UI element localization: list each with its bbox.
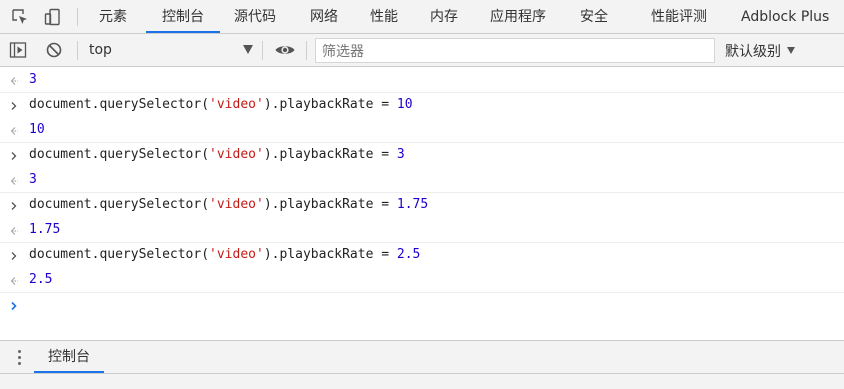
toolbar-separator	[262, 41, 263, 60]
clear-console-icon[interactable]	[45, 41, 63, 59]
code-property: playbackRate	[279, 97, 374, 112]
result-arrow-icon	[10, 227, 18, 235]
more-tools-kebab-icon[interactable]	[17, 350, 23, 366]
input-chevron-icon	[11, 152, 17, 160]
code-number: 1.75	[396, 197, 429, 212]
inspect-element-icon[interactable]	[11, 8, 29, 26]
code-method: querySelector	[99, 147, 202, 162]
result-arrow-icon	[10, 277, 18, 285]
code-operator: =	[381, 147, 390, 162]
tab-memory[interactable]: 内存	[430, 0, 458, 33]
code-object: document	[29, 197, 92, 212]
code-string-arg: 'video'	[209, 247, 264, 262]
log-levels-dropdown[interactable]: 默认级别	[725, 41, 795, 61]
tab-console[interactable]: 控制台	[146, 0, 220, 33]
code-object: document	[29, 147, 92, 162]
drawer-tab-bar: 控制台	[0, 340, 844, 374]
code-object: document	[29, 97, 92, 112]
tab-adblock-plus[interactable]: Adblock Plus	[741, 0, 829, 33]
filter-input[interactable]	[315, 38, 715, 63]
device-toolbar-icon[interactable]	[44, 8, 62, 26]
code-string-arg: 'video'	[209, 197, 264, 212]
console-input-row[interactable]: document.querySelector('video').playback…	[0, 143, 844, 168]
code-string-arg: 'video'	[209, 147, 264, 162]
context-selector[interactable]: top	[89, 41, 253, 61]
toolbar-separator	[77, 41, 78, 60]
drawer-tab-console[interactable]: 控制台	[34, 341, 104, 373]
result-value: 3	[29, 172, 37, 187]
result-arrow-icon	[10, 177, 18, 185]
result-value: 3	[29, 72, 37, 87]
code-number: 2.5	[396, 247, 421, 262]
live-expression-eye-icon[interactable]	[274, 41, 296, 59]
code-number: 10	[396, 97, 413, 112]
console-result-row: 10	[0, 118, 844, 143]
console-result-row: 1.75	[0, 218, 844, 243]
dropdown-arrow-icon	[243, 45, 253, 54]
console-input-row[interactable]: document.querySelector('video').playback…	[0, 243, 844, 268]
console-output: 3 document.querySelector('video').playba…	[0, 68, 844, 340]
console-input-row[interactable]: document.querySelector('video').playback…	[0, 93, 844, 118]
code-object: document	[29, 247, 92, 262]
code-operator: =	[381, 197, 390, 212]
result-value: 2.5	[29, 272, 53, 287]
code-method: querySelector	[99, 247, 202, 262]
show-sidebar-icon[interactable]	[9, 41, 27, 59]
code-method: querySelector	[99, 197, 202, 212]
console-result-row: 2.5	[0, 268, 844, 293]
tab-application[interactable]: 应用程序	[490, 0, 546, 33]
tab-lighthouse[interactable]: 性能评测	[651, 0, 707, 33]
code-string-arg: 'video'	[209, 97, 264, 112]
tab-sources[interactable]: 源代码	[234, 0, 276, 33]
code-operator: =	[381, 97, 390, 112]
tab-network[interactable]: 网络	[310, 0, 338, 33]
log-levels-label: 默认级别	[725, 44, 781, 60]
code-property: playbackRate	[279, 147, 374, 162]
result-value: 1.75	[29, 222, 61, 237]
drawer-panel	[0, 374, 844, 389]
devtools-tab-bar: 元素 控制台 源代码 网络 性能 内存 应用程序 安全 性能评测 Adblock…	[0, 0, 844, 34]
result-value: 10	[29, 122, 45, 137]
code-property: playbackRate	[279, 197, 374, 212]
input-chevron-icon	[11, 102, 17, 110]
tab-security[interactable]: 安全	[580, 0, 608, 33]
toolbar-separator	[306, 41, 307, 60]
tab-performance[interactable]: 性能	[370, 0, 398, 33]
result-arrow-icon	[10, 127, 18, 135]
console-prompt[interactable]	[0, 293, 844, 318]
input-chevron-icon	[11, 252, 17, 260]
tab-elements[interactable]: 元素	[99, 0, 127, 33]
code-property: playbackRate	[279, 247, 374, 262]
console-result-row: 3	[0, 168, 844, 193]
console-input-row[interactable]: document.querySelector('video').playback…	[0, 193, 844, 218]
code-number: 3	[396, 147, 405, 162]
tab-separator	[77, 8, 78, 26]
console-result-row: 3	[0, 68, 844, 93]
context-label: top	[89, 42, 112, 58]
result-arrow-icon	[10, 77, 18, 85]
prompt-chevron-icon	[11, 301, 17, 311]
code-method: querySelector	[99, 97, 202, 112]
input-chevron-icon	[11, 202, 17, 210]
dropdown-arrow-icon	[787, 47, 795, 54]
code-operator: =	[381, 247, 390, 262]
